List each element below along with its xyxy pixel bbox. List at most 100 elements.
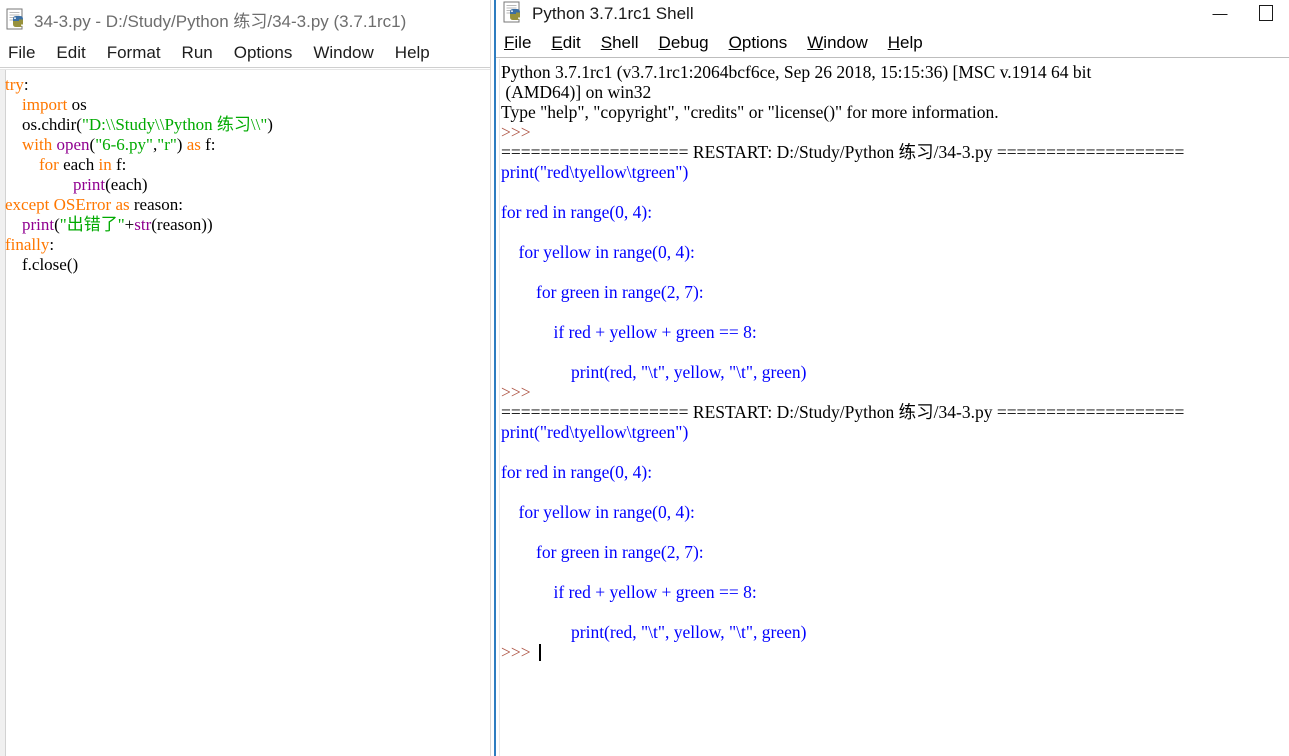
mnemonic: D [658,32,671,52]
text-cursor [538,644,541,661]
code-token: each [58,155,99,174]
shell-menu-item-file[interactable]: File [504,33,531,53]
code-line: os.chdir("D:\\Study\\Python 练习\\") [5,115,490,135]
idle-editor-window: 34-3.py - D:/Study/Python 练习/34-3.py (3.… [0,0,491,756]
label-rest: ile [514,32,532,52]
shell-menu-item-edit[interactable]: Edit [551,33,580,53]
shell-line: print(red, "\t", yellow, "\t", green) [501,362,807,382]
shell-line: >>> [501,382,535,402]
shell-line: print("red\tyellow\tgreen") [501,162,689,182]
shell-line [501,182,1289,202]
shell-line [501,562,1289,582]
shell-output-area[interactable]: Python 3.7.1rc1 (v3.7.1rc1:2064bcf6ce, S… [496,59,1289,756]
menu-item-options[interactable]: Options [234,43,293,63]
code-token: as [115,195,130,214]
code-line: except OSError as reason: [5,195,490,215]
shell-transcript[interactable]: Python 3.7.1rc1 (v3.7.1rc1:2064bcf6ce, S… [501,62,1289,756]
editor-text-area[interactable]: try: import os os.chdir("D:\\Study\\Pyth… [0,69,490,756]
shell-line [501,222,1289,242]
shell-line: Python 3.7.1rc1 (v3.7.1rc1:2064bcf6ce, S… [501,62,1092,82]
shell-menu-item-shell[interactable]: Shell [601,33,639,53]
code-line: import os [5,95,490,115]
shell-line: print("red\tyellow\tgreen") [501,422,689,442]
shell-line: for yellow in range(0, 4): [501,502,695,522]
shell-menu-item-debug[interactable]: Debug [659,33,709,53]
code-token: finally [5,235,50,254]
code-token: except [5,195,50,214]
shell-title: Python 3.7.1rc1 Shell [532,4,694,23]
source-code[interactable]: try: import os os.chdir("D:\\Study\\Pyth… [5,75,490,756]
shell-line: if red + yellow + green == 8: [501,322,757,342]
python-shell-icon [502,1,528,27]
code-token: OSError [53,195,112,214]
code-token: + [124,215,135,234]
code-token: f: [111,155,127,174]
menu-item-run[interactable]: Run [182,43,213,63]
menu-item-edit[interactable]: Edit [56,43,85,63]
shell-line [501,342,1289,362]
shell-line [501,522,1289,542]
label-rest: hell [612,32,639,52]
code-line: for each in f: [5,155,490,175]
mnemonic: O [728,32,742,52]
shell-line [501,482,1289,502]
minimize-icon [1212,14,1228,15]
menu-item-help[interactable]: Help [395,43,430,63]
menu-item-window[interactable]: Window [313,43,373,63]
label-rest: ptions [741,32,788,52]
shell-line: for green in range(2, 7): [501,542,704,562]
label-rest: elp [900,32,923,52]
code-token: : [23,75,29,94]
shell-line [501,302,1289,322]
shell-line: if red + yellow + green == 8: [501,582,757,602]
shell-line: for red in range(0, 4): [501,202,653,222]
maximize-button[interactable] [1243,0,1289,28]
code-token: "r" [157,135,177,154]
python-file-icon [4,6,30,32]
code-token: str [134,215,152,234]
shell-prompt-line[interactable]: >>> [501,642,1289,662]
shell-line: =================== RESTART: D:/Study/Py… [501,402,1185,422]
shell-line [501,602,1289,622]
label-rest: indow [823,32,868,52]
code-line: try: [5,75,490,95]
code-token: (reason)) [151,215,213,234]
code-line: finally: [5,235,490,255]
shell-titlebar[interactable]: Python 3.7.1rc1 Shell [496,0,1289,28]
menu-item-format[interactable]: Format [107,43,161,63]
code-token: "出错了" [59,215,125,234]
editor-title: 34-3.py - D:/Study/Python 练习/34-3.py (3.… [34,11,407,31]
shell-menu-item-help[interactable]: Help [888,33,923,53]
code-token: in [98,155,112,174]
code-token: os [67,95,87,114]
minimize-button[interactable] [1197,0,1243,28]
editor-titlebar[interactable]: 34-3.py - D:/Study/Python 练习/34-3.py (3.… [0,0,490,38]
shell-menubar: File Edit Shell Debug Options Window Hel… [496,28,1289,58]
shell-line: =================== RESTART: D:/Study/Py… [501,142,1185,162]
label-rest: ebug [670,32,709,52]
maximize-icon [1259,5,1273,21]
shell-menu-item-window[interactable]: Window [807,33,867,53]
shell-left-margin [496,59,500,756]
code-token: open [56,135,90,154]
code-token: "D:\\Study\\Python 练习\\" [81,115,268,134]
code-token: print [73,175,106,194]
shell-line [501,262,1289,282]
mnemonic: S [600,32,613,52]
desktop: 34-3.py - D:/Study/Python 练习/34-3.py (3.… [0,0,1289,756]
shell-menu-item-options[interactable]: Options [729,33,788,53]
shell-line: Type "help", "copyright", "credits" or "… [501,102,999,122]
code-token: as [186,135,201,154]
python-shell-window: Python 3.7.1rc1 Shell File Edit Shell De… [494,0,1289,756]
menu-item-file[interactable]: File [8,43,35,63]
shell-line [501,442,1289,462]
code-token: with [22,135,53,154]
code-token: try [5,75,24,94]
code-token: (each) [105,175,148,194]
code-token: "6-6.py" [95,135,153,154]
